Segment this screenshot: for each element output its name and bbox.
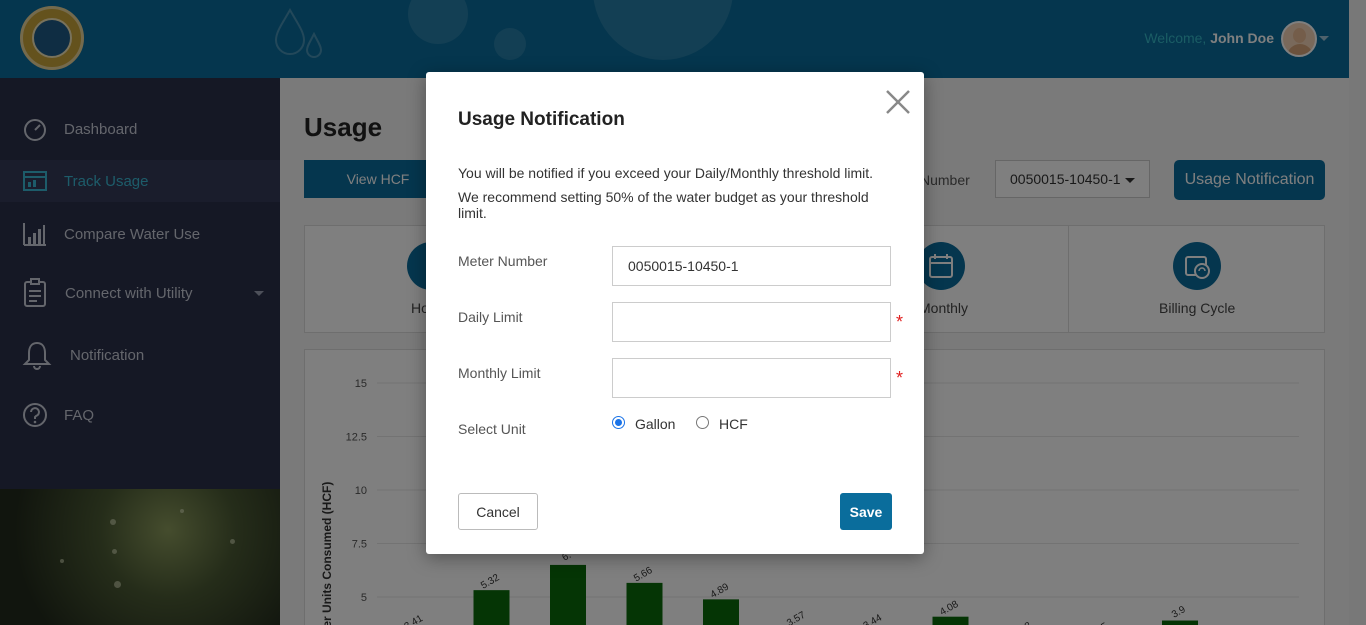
dialog-recommendation: We recommend setting 50% of the water bu… [458,189,869,221]
monthly-limit-label: Monthly Limit [458,365,541,381]
dialog-title: Usage Notification [458,109,625,130]
required-marker: * [896,368,904,388]
save-button[interactable]: Save [840,493,892,530]
usage-notification-dialog: Usage Notification You will be notified … [426,72,924,554]
cancel-button[interactable]: Cancel [458,493,538,530]
required-marker: * [896,312,904,332]
unit-label-gallon[interactable]: Gallon [635,416,675,432]
close-icon[interactable] [884,88,912,116]
meter-number-label: Meter Number [458,253,548,269]
dialog-message: You will be notified if you exceed your … [458,165,874,181]
daily-limit-field[interactable] [612,302,891,342]
meter-number-field[interactable]: 0050015-10450-1 [612,246,891,286]
daily-limit-label: Daily Limit [458,309,523,325]
unit-radio-gallon[interactable] [612,416,625,429]
unit-radio-hcf[interactable] [696,416,709,429]
monthly-limit-field[interactable] [612,358,891,398]
unit-label-hcf[interactable]: HCF [719,416,748,432]
select-unit-label: Select Unit [458,421,526,437]
